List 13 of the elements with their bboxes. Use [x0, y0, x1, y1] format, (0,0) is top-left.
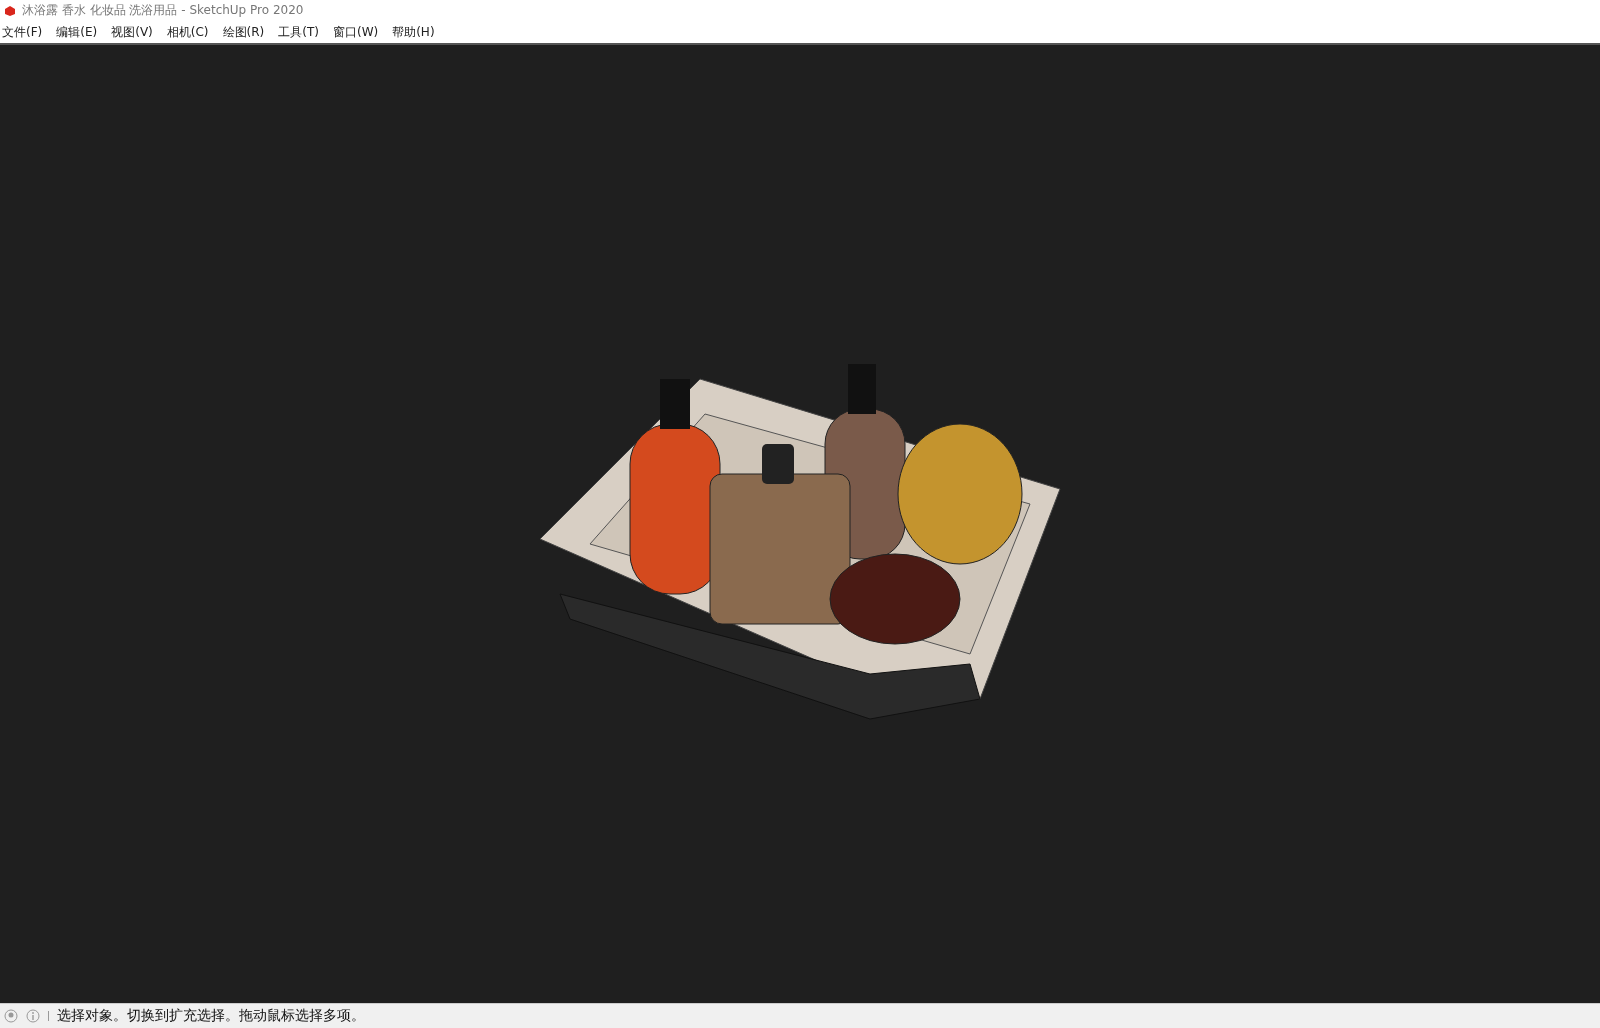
menu-item[interactable]: 绘图(R): [222, 21, 271, 43]
menu-item[interactable]: 文件(F): [2, 21, 49, 43]
info-icon[interactable]: [26, 1009, 40, 1023]
menu-item[interactable]: 编辑(E): [56, 21, 104, 43]
window-title: 沐浴露 香水 化妆品 洗浴用品 - SketchUp Pro 2020: [22, 2, 304, 19]
menu-item[interactable]: 视图(V): [111, 21, 159, 43]
menu-item[interactable]: 相机(C): [166, 21, 215, 43]
menu-item[interactable]: 工具(T): [278, 21, 325, 43]
model-viewport[interactable]: [0, 45, 1600, 1003]
app-logo-icon: [4, 4, 16, 17]
menu-item[interactable]: 帮助(H): [392, 21, 441, 43]
menu-item[interactable]: 窗口(W): [332, 21, 385, 43]
status-message: 选择对象。切换到扩充选择。拖动鼠标选择多项。: [57, 1007, 365, 1025]
